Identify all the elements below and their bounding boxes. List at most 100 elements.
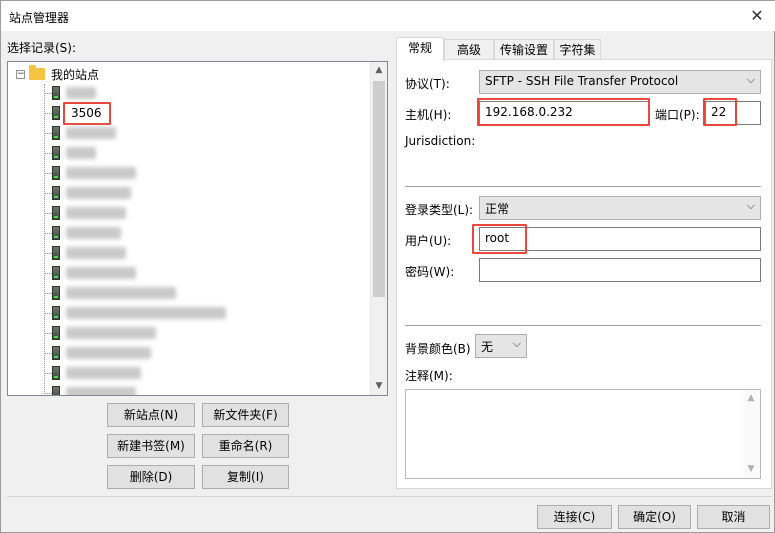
copy-button[interactable]: 复制(I) (202, 465, 289, 489)
tree-branch (44, 313, 52, 314)
close-icon[interactable]: ✕ (746, 5, 768, 27)
protocol-value: SFTP - SSH File Transfer Protocol (485, 74, 679, 88)
rename-button[interactable]: 重命名(R) (202, 434, 289, 458)
delete-button[interactable]: 删除(D) (107, 465, 195, 489)
tree-item[interactable] (52, 345, 151, 361)
server-icon (52, 106, 60, 120)
footer-separator (7, 496, 772, 497)
tab-transfer-settings[interactable]: 传输设置 (494, 39, 554, 61)
site-tree[interactable]: − 我的站点 3506 ▲ ▼ (7, 61, 388, 396)
tab-charset[interactable]: 字符集 (554, 39, 601, 61)
tree-item[interactable] (52, 385, 136, 395)
server-icon (52, 386, 60, 395)
comments-textarea[interactable]: ▲ ▼ (405, 389, 761, 479)
protocol-label: 协议(T): (405, 77, 450, 91)
logon-type-label: 登录类型(L): (405, 203, 474, 217)
tree-branch (44, 293, 52, 294)
tree-item[interactable] (52, 205, 126, 221)
host-label: 主机(H): (405, 108, 452, 122)
password-label: 密码(W): (405, 265, 455, 279)
new-bookmark-button[interactable]: 新建书签(M) (107, 434, 195, 458)
tree-branch (44, 193, 52, 194)
separator (405, 325, 761, 326)
tree-item-label (66, 227, 121, 239)
scroll-up-icon[interactable]: ▲ (743, 390, 759, 407)
window-title: 站点管理器 (9, 11, 70, 25)
tree-item-label (66, 207, 126, 219)
server-icon (52, 146, 60, 160)
tree-root-label: 我的站点 (51, 67, 100, 82)
tree-item[interactable] (52, 305, 226, 321)
tree-item-label (66, 87, 96, 99)
tree-branch (44, 233, 52, 234)
tree-item[interactable] (52, 185, 131, 201)
user-label: 用户(U): (405, 234, 452, 248)
tab-general[interactable]: 常规 (396, 37, 444, 61)
tree-root-my-sites[interactable]: − 我的站点 (16, 65, 100, 82)
server-icon (52, 266, 60, 280)
cancel-button[interactable]: 取消 (697, 505, 770, 529)
chevron-down-icon: ⌵ (746, 199, 755, 212)
tree-item-label (66, 347, 151, 359)
tree-item[interactable] (52, 265, 136, 281)
tree-branch (44, 393, 52, 394)
tree-item[interactable] (52, 285, 176, 301)
tree-item-label: 3506 (71, 106, 102, 120)
tree-item[interactable] (52, 125, 116, 141)
comments-scrollbar[interactable]: ▲ ▼ (743, 390, 760, 478)
port-label: 端口(P): (655, 108, 700, 122)
bg-color-select[interactable]: 无 ⌵ (475, 334, 527, 358)
new-site-button[interactable]: 新站点(N) (107, 403, 195, 427)
server-icon (52, 226, 60, 240)
highlight-box-port (703, 98, 737, 126)
server-icon (52, 366, 60, 380)
new-folder-button[interactable]: 新文件夹(F) (202, 403, 289, 427)
scroll-up-icon[interactable]: ▲ (371, 62, 387, 79)
highlight-box-user (472, 224, 527, 254)
scroll-thumb[interactable] (373, 81, 385, 297)
jurisdiction-label: Jurisdiction: (405, 134, 476, 148)
tree-item[interactable] (52, 225, 121, 241)
protocol-select[interactable]: SFTP - SSH File Transfer Protocol ⌵ (479, 70, 761, 94)
server-icon (52, 126, 60, 140)
tree-item[interactable] (52, 245, 126, 261)
tree-item[interactable] (52, 325, 156, 341)
tab-advanced[interactable]: 高级 (444, 39, 494, 61)
comments-label: 注释(M): (405, 369, 453, 383)
scroll-down-icon[interactable]: ▼ (371, 378, 387, 395)
password-field[interactable] (479, 258, 761, 282)
tree-item-label (66, 327, 156, 339)
connect-button[interactable]: 连接(C) (537, 505, 612, 529)
server-icon (52, 86, 60, 100)
tree-item-label (66, 287, 176, 299)
tree-item-label (66, 387, 136, 395)
tree-branch (44, 353, 52, 354)
tree-item[interactable] (52, 365, 141, 381)
server-icon (52, 186, 60, 200)
tree-item[interactable] (52, 85, 96, 101)
collapse-icon[interactable]: − (16, 69, 25, 79)
tree-item[interactable] (52, 145, 96, 161)
server-icon (52, 346, 60, 360)
server-icon (52, 166, 60, 180)
bg-color-label: 背景颜色(B) (405, 342, 471, 356)
tree-branch (44, 93, 52, 94)
server-icon (52, 206, 60, 220)
tree-item-label (66, 307, 226, 319)
bg-color-value: 无 (481, 340, 494, 354)
folder-icon (29, 65, 45, 80)
tree-branch (44, 213, 52, 214)
server-icon (52, 246, 60, 260)
server-icon (52, 306, 60, 320)
logon-type-select[interactable]: 正常 ⌵ (479, 196, 761, 220)
scroll-down-icon[interactable]: ▼ (743, 461, 759, 478)
chevron-down-icon: ⌵ (512, 337, 521, 350)
ok-button[interactable]: 确定(O) (618, 505, 691, 529)
tree-item[interactable] (52, 165, 136, 181)
select-entry-label: 选择记录(S): (7, 41, 77, 55)
tree-item-label (66, 147, 96, 159)
logon-type-value: 正常 (485, 202, 510, 216)
tree-branch (44, 173, 52, 174)
tree-scrollbar[interactable]: ▲ ▼ (370, 62, 387, 395)
tree-item-label (66, 187, 131, 199)
